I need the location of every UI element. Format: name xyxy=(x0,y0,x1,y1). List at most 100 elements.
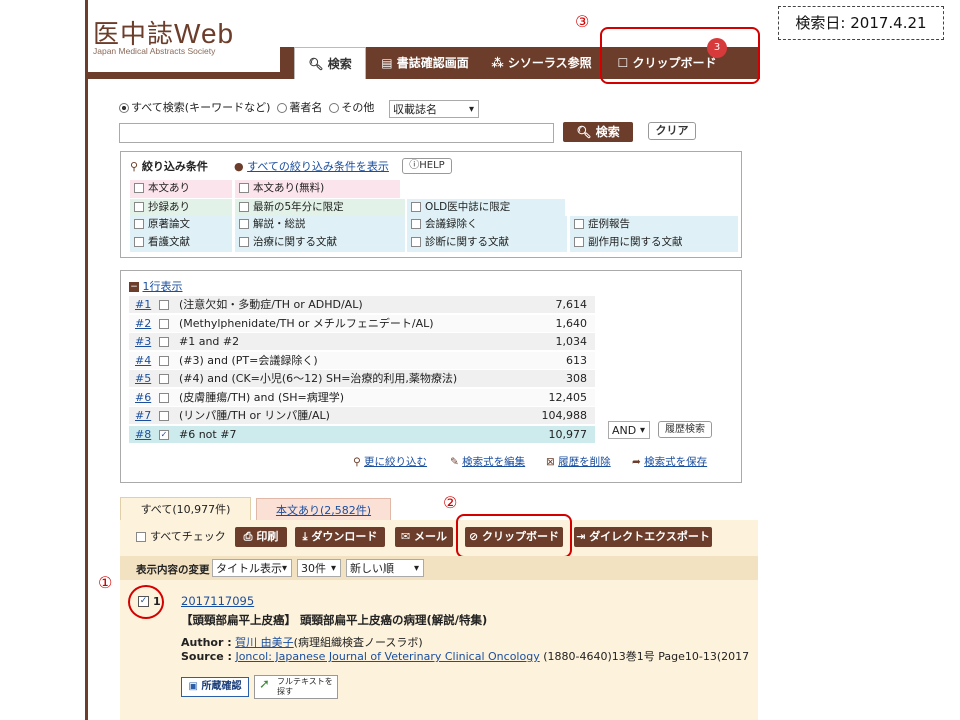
fulltext-icon: ➚ xyxy=(259,677,270,692)
delete-history-link[interactable]: ⊠ 履歴を削除 xyxy=(546,454,611,469)
scope-label-author: 著者名 xyxy=(289,101,323,114)
tab-thesaurus[interactable]: ⁂ シソーラス参照 xyxy=(484,47,599,79)
page-size-select[interactable]: 30件 xyxy=(297,559,341,577)
history-count: 1,034 xyxy=(555,335,588,348)
result-id-link[interactable]: 2017117095 xyxy=(181,594,254,608)
help-button[interactable]: ⓘHELP xyxy=(402,158,452,174)
search-icon: 🔍︎ xyxy=(576,125,592,139)
history-row: #8 ✓ #6 not #7 10,977 xyxy=(129,425,595,444)
history-query: #1 and #2 xyxy=(179,335,240,348)
filter-review[interactable]: 解説・総説 xyxy=(235,216,405,234)
history-count: 104,988 xyxy=(541,409,588,422)
tab-all-results[interactable]: すべて(10,977件) xyxy=(120,497,251,521)
refine-link[interactable]: ⚲ 更に絞り込む xyxy=(353,454,427,469)
history-query: (#4) and (CK=小児(6～12) SH=治療的利用,薬物療法) xyxy=(179,372,458,385)
filter-icon: ⚲ xyxy=(130,160,139,173)
history-count: 10,977 xyxy=(548,427,588,441)
save-query-link[interactable]: ➦ 検索式を保存 xyxy=(632,454,707,469)
history-checkbox[interactable] xyxy=(159,300,169,310)
scope-radio-other[interactable] xyxy=(329,103,340,113)
holdings-button[interactable]: ▣ 所蔵確認 xyxy=(181,677,249,697)
check-all[interactable]: すべてチェック xyxy=(136,528,226,544)
export-icon: ⇥ xyxy=(576,530,586,543)
search-button[interactable]: 🔍︎ 検索 xyxy=(563,122,633,142)
history-query: (注意欠如・多動症/TH or ADHD/AL) xyxy=(179,298,363,311)
display-label: 表示内容の変更 xyxy=(136,564,210,576)
history-count: 7,614 xyxy=(555,298,588,311)
display-mode-select[interactable]: タイトル表示 xyxy=(212,559,292,577)
search-scope: すべて検索(キーワードなど) 著者名 その他 xyxy=(119,101,374,115)
question-icon: ⓘ xyxy=(409,160,420,171)
history-checkbox[interactable] xyxy=(159,318,169,329)
filter-case-report[interactable]: 症例報告 xyxy=(570,216,738,234)
history-number-link[interactable]: #4 xyxy=(135,352,151,370)
history-query: (リンパ腫/TH or リンパ腫/AL) xyxy=(179,409,330,422)
fulltext-button[interactable]: ➚ フルテキストを探す xyxy=(254,675,338,699)
history-row: #3 #1 and #2 1,034 xyxy=(129,333,595,351)
circle-icon: ● xyxy=(234,160,244,173)
filter-fulltext-free[interactable]: 本文あり(無料) xyxy=(235,180,400,198)
filter-fulltext[interactable]: 本文あり xyxy=(130,180,232,198)
filter-title: ⚲ 絞り込み条件 xyxy=(130,160,208,173)
history-number-link[interactable]: #6 xyxy=(135,389,151,407)
monitor-icon: ▣ xyxy=(188,681,198,692)
result-source: Source : Joncol: Japanese Journal of Vet… xyxy=(181,650,750,663)
edit-query-link[interactable]: ✎ 検索式を編集 xyxy=(450,454,525,469)
highlight-circle-1 xyxy=(128,585,164,619)
filter-old-only[interactable]: OLD医中誌に限定 xyxy=(407,199,565,217)
history-number-link[interactable]: #1 xyxy=(135,296,151,314)
tab-fulltext-results[interactable]: 本文あり(2,582件) xyxy=(256,498,391,521)
field-select[interactable]: 収載誌名 xyxy=(389,100,479,118)
history-count: 1,640 xyxy=(555,316,588,330)
history-query: #6 not #7 xyxy=(179,427,237,441)
history-query: (#3) and (PT=会議録除く) xyxy=(179,353,318,367)
left-border xyxy=(85,0,88,720)
history-query: (Methylphenidate/TH or メチルフェニデート/AL) xyxy=(179,316,434,330)
filter-no-proceedings[interactable]: 会議録除く xyxy=(407,216,567,234)
history-checkbox[interactable] xyxy=(159,411,169,421)
search-icon: 🔍︎ xyxy=(308,57,324,71)
filter-nursing[interactable]: 看護文献 xyxy=(130,234,232,252)
filter-original[interactable]: 原著論文 xyxy=(130,216,232,234)
filter-abstract[interactable]: 抄録あり xyxy=(130,199,232,217)
scope-radio-author[interactable] xyxy=(277,103,288,113)
history-number-link[interactable]: #7 xyxy=(135,407,151,425)
history-checkbox[interactable]: ✓ xyxy=(159,429,169,440)
scope-radio-all[interactable] xyxy=(119,103,129,113)
tab-bibliography[interactable]: ▤ 書誌確認画面 xyxy=(370,47,480,79)
scope-label-other: その他 xyxy=(341,101,375,114)
clear-button[interactable]: クリア xyxy=(648,122,696,140)
annotation-2: ② xyxy=(443,493,458,512)
history-number-link[interactable]: #8 xyxy=(135,426,151,444)
history-row: #1 (注意欠如・多動症/TH or ADHD/AL) 7,614 xyxy=(129,296,595,314)
history-search-button[interactable]: 履歴検索 xyxy=(658,421,712,438)
history-checkbox[interactable] xyxy=(159,374,169,384)
document-icon: ▤ xyxy=(381,56,393,70)
search-input[interactable] xyxy=(119,123,554,143)
logo-subtitle: Japan Medical Abstracts Society xyxy=(93,46,216,56)
mail-icon: ✉ xyxy=(400,530,411,543)
filter-recent-5y[interactable]: 最新の5年分に限定 xyxy=(235,199,405,217)
tab-search[interactable]: 🔍︎ 検索 xyxy=(294,47,366,79)
mail-button[interactable]: ✉ メール xyxy=(395,527,453,547)
download-button[interactable]: ⤓ ダウンロード xyxy=(295,527,385,547)
filter-diagnosis[interactable]: 診断に関する文献 xyxy=(407,234,567,252)
history-number-link[interactable]: #2 xyxy=(135,315,151,333)
direct-export-button[interactable]: ⇥ ダイレクトエクスポート xyxy=(574,527,712,547)
sort-select[interactable]: 新しい順 xyxy=(346,559,424,577)
history-row: #4 (#3) and (PT=会議録除く) 613 xyxy=(129,351,595,370)
history-number-link[interactable]: #3 xyxy=(135,333,151,351)
show-all-filters[interactable]: ● すべての絞り込み条件を表示 xyxy=(234,158,389,174)
history-checkbox[interactable] xyxy=(159,337,169,347)
filter-side-effects[interactable]: 副作用に関する文献 xyxy=(570,234,738,252)
filter-treatment[interactable]: 治療に関する文献 xyxy=(235,234,405,252)
history-number-link[interactable]: #5 xyxy=(135,370,151,388)
annotation-1: ① xyxy=(98,573,113,592)
source-link[interactable]: Joncol: Japanese Journal of Veterinary C… xyxy=(235,650,539,663)
history-checkbox[interactable] xyxy=(159,355,169,366)
history-checkbox[interactable] xyxy=(159,392,169,403)
operator-select[interactable]: AND xyxy=(608,421,650,439)
print-button[interactable]: ⎙ 印刷 xyxy=(235,527,287,547)
history-toggle[interactable]: − 1行表示 xyxy=(129,278,183,294)
minus-icon: − xyxy=(129,282,139,292)
